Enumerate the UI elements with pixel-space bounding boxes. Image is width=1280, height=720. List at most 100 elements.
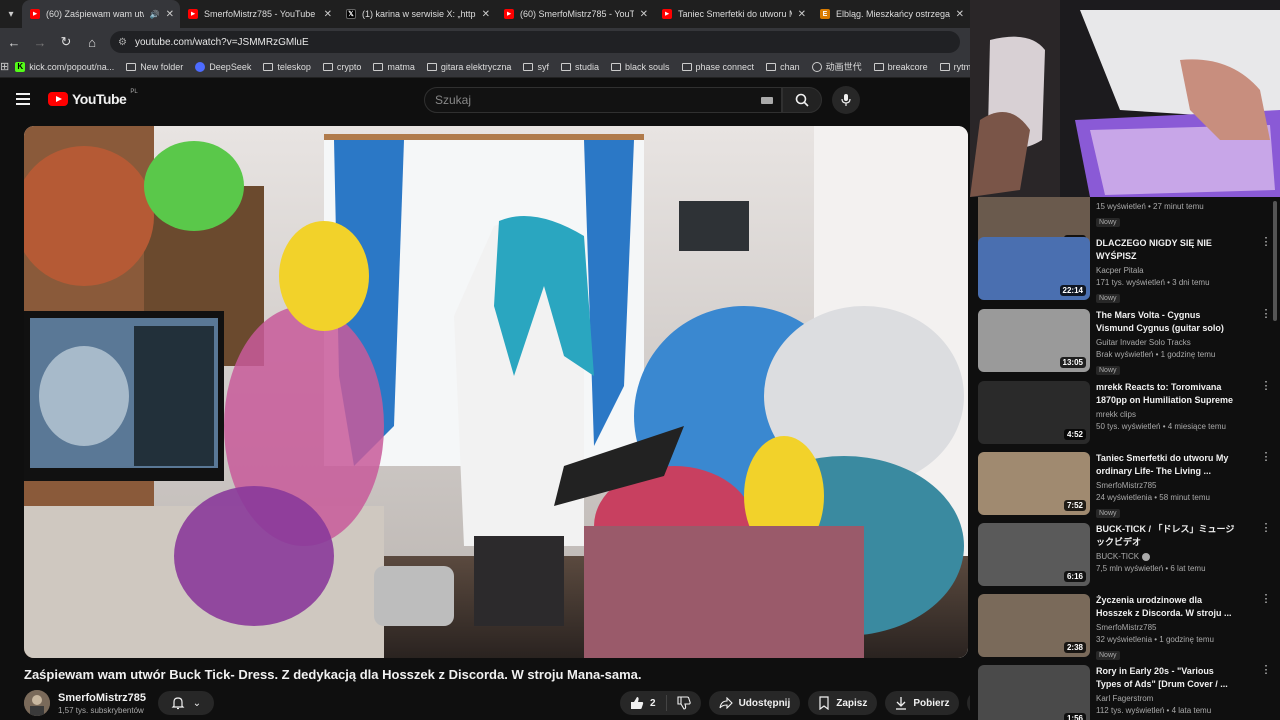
browser-tab[interactable]: ▶ (60) SmerfoMistrz785 - YouTube ✕ (496, 0, 654, 28)
recommended-video-stats: 24 wyświetlenia • 58 minut temu (1096, 493, 1210, 502)
video-thumbnail[interactable]: 4:52 (978, 381, 1090, 444)
folder-icon (610, 62, 621, 71)
recommended-video-stats: 171 tys. wyświetleń • 3 dni temu (1096, 278, 1210, 287)
recommended-video-title[interactable]: BUCK-TICK / 「ドレス」ミュージックビデオ (1096, 523, 1236, 549)
close-tab-icon[interactable]: ✕ (324, 9, 332, 20)
video-thumbnail[interactable]: 22:14 (978, 237, 1090, 300)
video-player[interactable] (24, 126, 968, 658)
recommended-channel-name[interactable]: Karl Fagerstrom (1096, 694, 1153, 703)
recommended-video-title[interactable]: mrekk Reacts to: Toromivana 1870pp on Hu… (1096, 381, 1236, 407)
video-thumbnail[interactable]: 1:56 (978, 665, 1090, 720)
recommended-channel-name[interactable]: Guitar Invader Solo Tracks (1096, 338, 1191, 347)
more-vertical-icon[interactable]: ⋮ (1259, 381, 1273, 392)
bookmark-item[interactable]: black souls (605, 60, 676, 73)
keyboard-icon[interactable] (761, 97, 773, 104)
menu-icon[interactable] (16, 93, 30, 105)
apps-grid-icon[interactable]: ⊞ (0, 60, 9, 73)
voice-search-button[interactable] (832, 86, 860, 114)
sidebar-scrollbar[interactable] (1273, 201, 1277, 321)
bookmark-item[interactable]: breakcore (868, 60, 934, 73)
download-button[interactable]: Pobierz (885, 691, 960, 715)
bookmark-item[interactable]: Kkick.com/popout/na... (9, 60, 120, 73)
close-tab-icon[interactable]: ✕ (798, 9, 806, 20)
bookmark-item[interactable]: gitara elektryczna (421, 60, 518, 73)
bookmark-label: teleskop (277, 61, 311, 72)
search-input[interactable]: Szukaj (424, 87, 782, 113)
recommended-video[interactable]: 7:52 Taniec Smerfetki do utworu My ordina… (978, 452, 1273, 518)
search-button[interactable] (782, 87, 822, 113)
video-thumbnail[interactable]: 2:38 (978, 594, 1090, 657)
browser-tab[interactable]: ▶ Taniec Smerfetki do utworu My... ✕ (654, 0, 812, 28)
recommended-video-title[interactable]: DLACZEGO NIGDY SIĘ NIE WYŚPISZ (1096, 237, 1236, 263)
folder-icon (873, 62, 884, 71)
youtube-icon: ▶ (662, 9, 672, 19)
bookmark-item[interactable]: syf (517, 60, 555, 73)
recommended-video[interactable]: 22:14 DLACZEGO NIGDY SIĘ NIE WYŚPISZ Kacpe… (978, 237, 1273, 303)
home-button[interactable]: ⌂ (80, 30, 104, 54)
speaker-icon[interactable]: 🔊 (150, 10, 160, 19)
recommended-channel-name[interactable]: SmerfoMistrz785 (1096, 481, 1156, 490)
browser-tab[interactable]: ▶ SmerfoMistrz785 - YouTube ✕ (180, 0, 338, 28)
bookmark-item[interactable]: DeepSeek (189, 60, 257, 73)
bookmark-item[interactable]: phase connect (676, 60, 761, 73)
close-tab-icon[interactable]: ✕ (482, 9, 490, 20)
share-button[interactable]: Udostępnij (708, 691, 801, 715)
browser-tab[interactable]: ▶ (60) Zaśpiewam wam utwór Buck Tick 🔊 ✕ (22, 0, 180, 28)
browser-tab[interactable]: E Elbląg. Mieszkańcy ostrzegają p... ✕ (812, 0, 970, 28)
recommended-video[interactable]: 4:52 mrekk Reacts to: Toromivana 1870pp o… (978, 381, 1273, 447)
more-vertical-icon[interactable]: ⋮ (1259, 309, 1273, 320)
youtube-logo[interactable]: YouTube PL (48, 89, 138, 107)
back-button[interactable]: ← (2, 30, 26, 54)
recommended-channel-name[interactable]: BUCK-TICK (1096, 552, 1139, 561)
tab-title: (1) karina w serwisie X: „https://... (362, 9, 476, 19)
recommended-video-title[interactable]: Życzenia urodzinowe dla Hosszek z Discor… (1096, 594, 1236, 620)
more-vertical-icon[interactable]: ⋮ (1259, 523, 1273, 534)
recommended-channel-name[interactable]: SmerfoMistrz785 (1096, 623, 1156, 632)
verified-icon (1142, 552, 1151, 561)
recommended-video-title[interactable]: Taniec Smerfetki do utworu My ordinary L… (1096, 452, 1236, 478)
notifications-button[interactable]: ⌄ (158, 691, 214, 715)
recommended-video[interactable]: 13:05 The Mars Volta - Cygnus Vismund Cyg… (978, 309, 1273, 375)
reload-button[interactable]: ↻ (54, 30, 78, 54)
channel-name[interactable]: SmerfoMistrz785 (58, 692, 146, 704)
recommended-channel-name[interactable]: mrekk clips (1096, 410, 1136, 419)
video-thumbnail[interactable]: 7:52 (978, 452, 1090, 515)
save-button[interactable]: Zapisz (808, 691, 878, 715)
like-button[interactable]: 2 (620, 691, 666, 715)
close-tab-icon[interactable]: ✕ (640, 9, 648, 20)
tab-search-button[interactable]: ▾ (0, 0, 22, 28)
recommended-channel-name[interactable]: SmerfoMistrz785 (1096, 197, 1156, 199)
more-vertical-icon[interactable]: ⋮ (1259, 237, 1273, 248)
close-tab-icon[interactable]: ✕ (956, 9, 964, 20)
video-thumbnail[interactable]: 6:16 (978, 523, 1090, 586)
recommended-video-title[interactable]: The Mars Volta - Cygnus Vismund Cygnus (… (1096, 309, 1236, 335)
recommended-video[interactable]: 1:56 Rory in Early 20s - "Various Types o… (978, 665, 1273, 720)
recommended-video-title[interactable]: Rory in Early 20s - "Various Types of Ad… (1096, 665, 1236, 691)
bookmark-item[interactable]: matma (367, 60, 421, 73)
close-tab-icon[interactable]: ✕ (166, 9, 174, 20)
bookmark-item[interactable]: teleskop (257, 60, 317, 73)
channel-avatar[interactable] (24, 690, 50, 716)
more-vertical-icon[interactable]: ⋮ (1259, 665, 1273, 676)
recommended-video[interactable]: 2:38 Życzenia urodzinowe dla Hosszek z Di… (978, 594, 1273, 660)
bookmark-label: black souls (624, 61, 670, 72)
address-bar[interactable]: ⚙ youtube.com/watch?v=JSMMRzGMluE (110, 31, 960, 53)
bookmark-item[interactable]: rytm (934, 60, 970, 73)
video-thumbnail[interactable]: 13:05 (978, 309, 1090, 372)
site-info-icon[interactable]: ⚙ (118, 37, 127, 48)
bookmark-item[interactable]: 动画世代 (806, 60, 868, 73)
dislike-button[interactable] (667, 691, 701, 715)
more-vertical-icon[interactable]: ⋮ (1259, 452, 1273, 463)
bookmark-item[interactable]: New folder (120, 60, 189, 73)
tab-title: Taniec Smerfetki do utworu My... (678, 9, 792, 19)
recommended-video[interactable]: 6:16 BUCK-TICK / 「ドレス」ミュージックビデオ BUCK-TICK 7… (978, 523, 1273, 589)
bookmark-label: studia (574, 61, 599, 72)
bookmark-label: chan (780, 61, 800, 72)
more-vertical-icon[interactable]: ⋮ (1259, 594, 1273, 605)
bookmark-item[interactable]: crypto (317, 60, 368, 73)
bookmark-item[interactable]: chan (760, 60, 806, 73)
forward-button[interactable]: → (28, 30, 52, 54)
bookmark-item[interactable]: studia (555, 60, 605, 73)
recommended-channel-name[interactable]: Kacper Pitala (1096, 266, 1144, 275)
browser-tab[interactable]: 𝕏 (1) karina w serwisie X: „https://... ✕ (338, 0, 496, 28)
